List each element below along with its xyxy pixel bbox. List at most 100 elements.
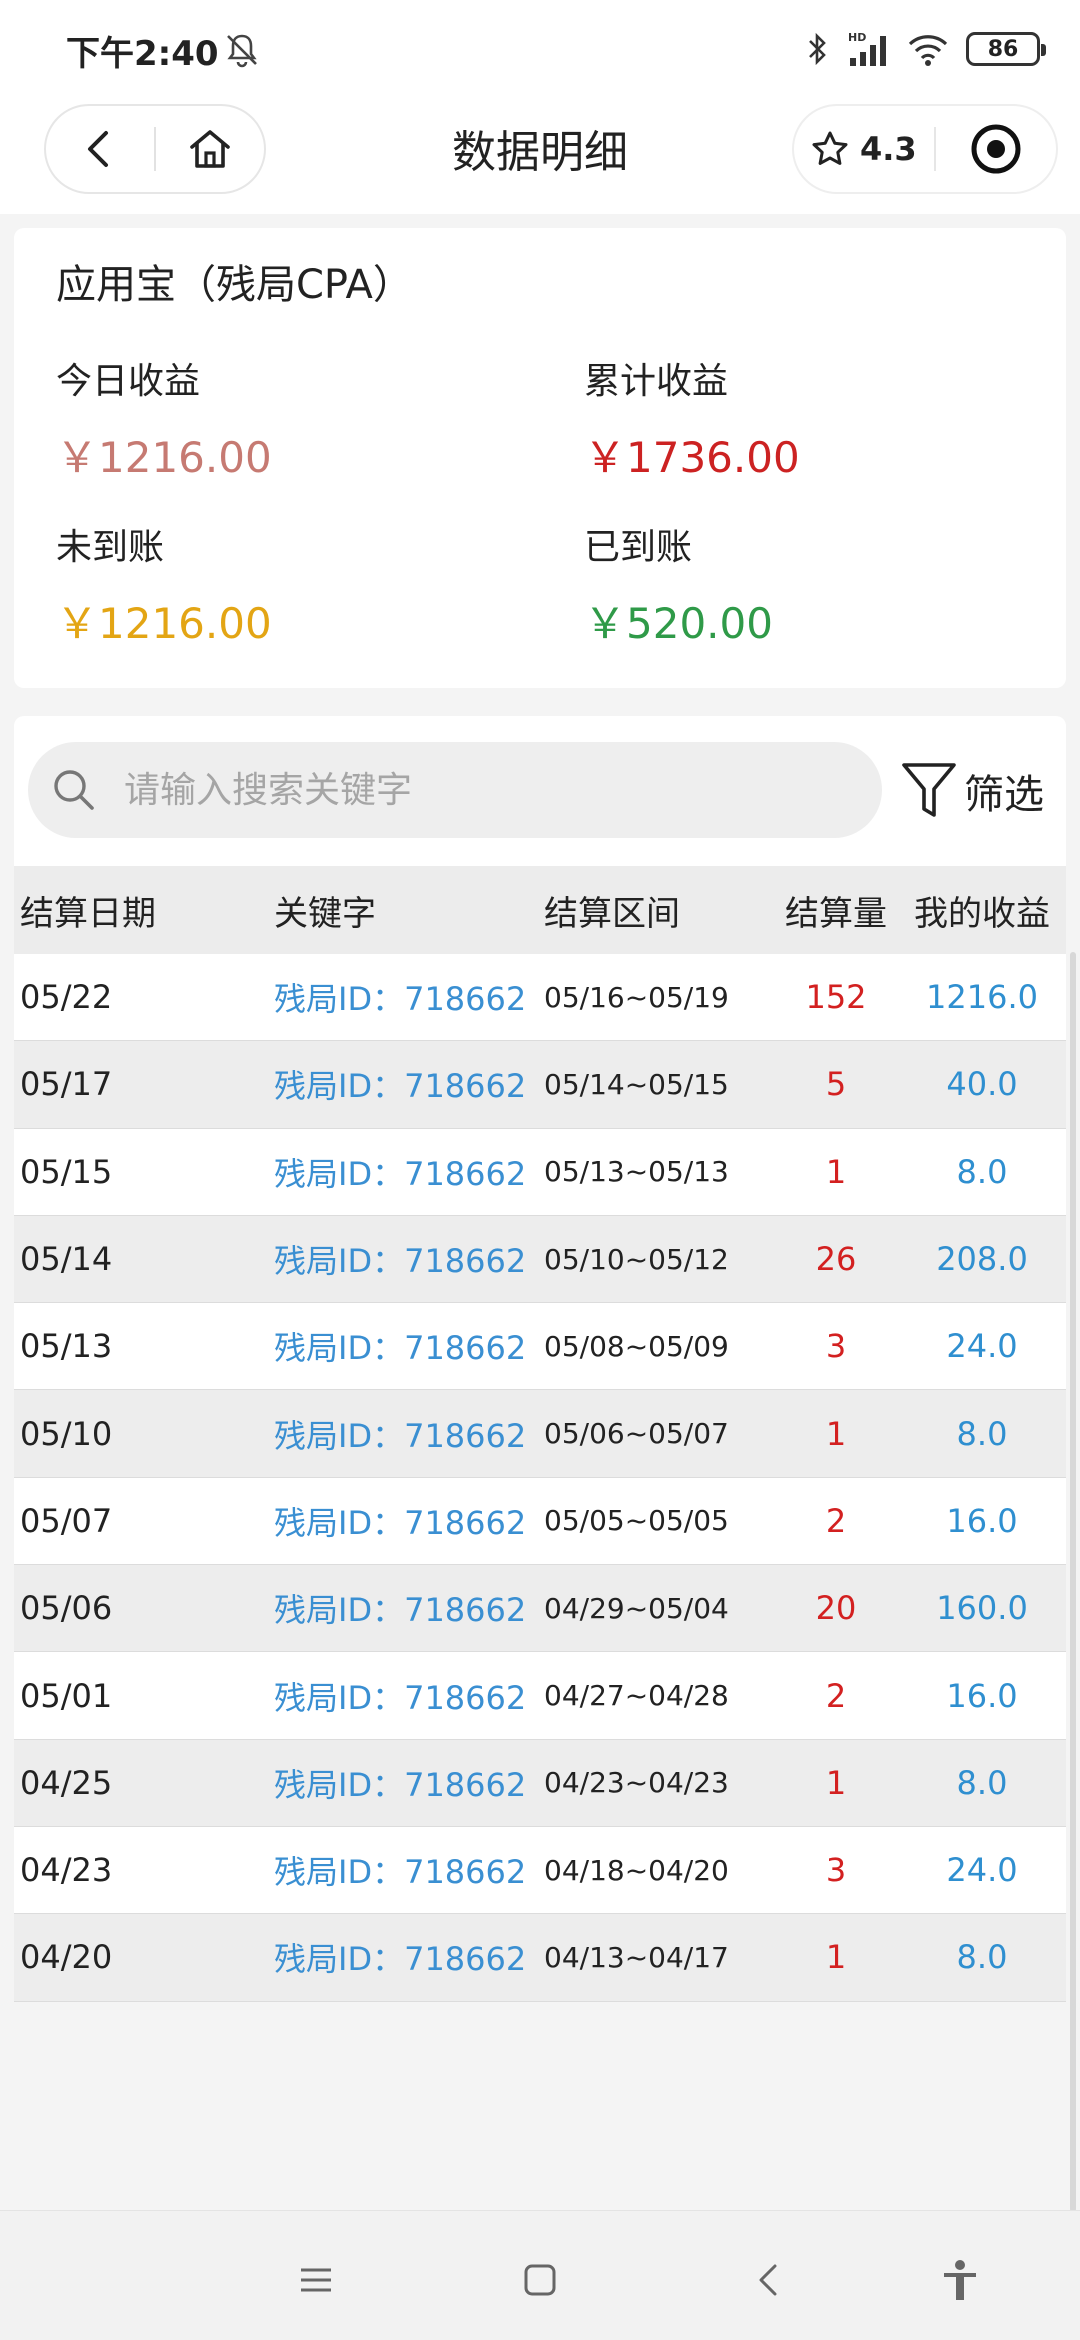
- row-quantity: 3: [825, 1327, 847, 1366]
- settlement-table: 结算日期 关键字 结算区间 结算量 我的收益 05/22 残局ID：718662…: [14, 866, 1066, 2002]
- system-nav-bar: [0, 2210, 1080, 2340]
- rating-value: 4.3: [860, 130, 917, 168]
- row-range: 04/27~04/28: [544, 1679, 729, 1713]
- row-keyword[interactable]: 残局ID：718662: [274, 1673, 544, 1719]
- table-row[interactable]: 05/07 残局ID：718662 05/05~05/05 2 16.0: [14, 1477, 1066, 1566]
- row-income: 16.0: [946, 1676, 1018, 1715]
- search-bar[interactable]: [28, 742, 882, 838]
- nav-bar: 数据明细 4.3: [0, 96, 1080, 214]
- table-row[interactable]: 05/13 残局ID：718662 05/08~05/09 3 24.0: [14, 1303, 1066, 1391]
- table-body: 05/22 残局ID：718662 05/16~05/19 152 1216.0…: [14, 954, 1066, 2002]
- row-quantity: 1: [825, 1938, 847, 1977]
- scrollbar[interactable]: [1070, 952, 1076, 2212]
- summary-card: 应用宝（残局CPA） 今日收益 ￥1216.00 累计收益 ￥1736.00 未…: [14, 228, 1066, 688]
- table-row[interactable]: 05/14 残局ID：718662 05/10~05/12 26 208.0: [14, 1215, 1066, 1304]
- row-income: 24.0: [946, 1851, 1018, 1890]
- row-date: 05/10: [20, 1414, 113, 1453]
- header-quantity[interactable]: 结算量: [774, 886, 898, 935]
- table-row[interactable]: 05/17 残局ID：718662 05/14~05/15 5 40.0: [14, 1041, 1066, 1129]
- star-icon: [812, 131, 848, 165]
- row-date: 05/22: [20, 978, 113, 1017]
- row-keyword[interactable]: 残局ID：718662: [274, 1847, 544, 1893]
- row-quantity: 26: [815, 1240, 857, 1279]
- status-time: 下午2:40: [66, 34, 219, 74]
- summary-title: 应用宝（残局CPA）: [56, 262, 413, 308]
- rating-button[interactable]: 4.3: [794, 129, 924, 169]
- row-income: 160.0: [936, 1589, 1028, 1628]
- table-row[interactable]: 04/23 残局ID：718662 04/18~04/20 3 24.0: [14, 1826, 1066, 1915]
- filter-label: 筛选: [964, 772, 1044, 818]
- status-icons: HD 86: [806, 26, 1046, 72]
- table-header: 结算日期 关键字 结算区间 结算量 我的收益: [14, 866, 1066, 954]
- row-income: 8.0: [956, 1938, 1008, 1977]
- row-quantity: 20: [815, 1589, 857, 1628]
- accessibility-icon: [944, 2260, 976, 2300]
- table-row[interactable]: 05/01 残局ID：718662 04/27~04/28 2 16.0: [14, 1652, 1066, 1740]
- row-quantity: 2: [825, 1676, 847, 1715]
- row-date: 05/14: [20, 1240, 113, 1279]
- header-date[interactable]: 结算日期: [14, 886, 274, 935]
- close-miniapp-button[interactable]: [936, 123, 1056, 175]
- row-keyword[interactable]: 残局ID：718662: [274, 1061, 544, 1107]
- stat-pending-label: 未到账: [56, 527, 165, 568]
- bluetooth-icon: [809, 32, 826, 66]
- row-range: 04/23~04/23: [544, 1766, 729, 1800]
- table-row[interactable]: 05/15 残局ID：718662 05/13~05/13 1 8.0: [14, 1128, 1066, 1216]
- row-quantity: 152: [805, 978, 867, 1017]
- table-row[interactable]: 05/10 残局ID：718662 05/06~05/07 1 8.0: [14, 1390, 1066, 1478]
- row-income: 1216.0: [926, 978, 1038, 1017]
- stat-received-label: 已到账: [584, 527, 693, 568]
- row-quantity: 1: [825, 1414, 847, 1453]
- menu-icon: [301, 2268, 331, 2292]
- row-date: 05/01: [20, 1676, 113, 1715]
- home-nav-button[interactable]: [515, 2255, 565, 2305]
- row-keyword[interactable]: 残局ID：718662: [274, 1323, 544, 1369]
- wifi-icon: [908, 35, 948, 66]
- row-keyword[interactable]: 残局ID：718662: [274, 1934, 544, 1980]
- search-input[interactable]: [124, 769, 824, 811]
- row-range: 04/29~05/04: [544, 1591, 729, 1625]
- row-date: 05/06: [20, 1589, 113, 1628]
- header-keyword[interactable]: 关键字: [274, 886, 544, 935]
- bell-off-icon: [227, 34, 257, 68]
- filter-button[interactable]: 筛选: [900, 746, 1044, 836]
- row-keyword[interactable]: 残局ID：718662: [274, 974, 544, 1020]
- filter-funnel-icon: [902, 763, 956, 817]
- row-date: 05/07: [20, 1501, 113, 1540]
- row-quantity: 2: [825, 1501, 847, 1540]
- header-income[interactable]: 我的收益: [898, 886, 1066, 935]
- row-keyword[interactable]: 残局ID：718662: [274, 1149, 544, 1195]
- row-income: 40.0: [946, 1065, 1018, 1104]
- row-date: 04/25: [20, 1763, 113, 1802]
- table-row[interactable]: 04/20 残局ID：718662 04/13~04/17 1 8.0: [14, 1914, 1066, 2002]
- row-income: 24.0: [946, 1327, 1018, 1366]
- row-range: 05/05~05/05: [544, 1504, 729, 1538]
- nav-capsule-right: 4.3: [792, 104, 1058, 194]
- header-range[interactable]: 结算区间: [544, 886, 774, 935]
- nav-back-button[interactable]: [743, 2255, 793, 2305]
- table-row[interactable]: 05/06 残局ID：718662 04/29~05/04 20 160.0: [14, 1565, 1066, 1653]
- row-range: 05/10~05/12: [544, 1242, 729, 1276]
- table-row[interactable]: 04/25 残局ID：718662 04/23~04/23 1 8.0: [14, 1739, 1066, 1827]
- row-keyword[interactable]: 残局ID：718662: [274, 1498, 544, 1544]
- row-keyword[interactable]: 残局ID：718662: [274, 1760, 544, 1806]
- stat-total-value: ￥1736.00: [584, 433, 800, 482]
- row-keyword[interactable]: 残局ID：718662: [274, 1585, 544, 1631]
- stat-total: 累计收益 ￥1736.00: [584, 352, 800, 485]
- row-range: 05/06~05/07: [544, 1417, 729, 1451]
- stat-today-value: ￥1216.00: [56, 433, 272, 482]
- row-range: 05/16~05/19: [544, 980, 729, 1014]
- stat-pending: 未到账 ￥1216.00: [56, 518, 272, 651]
- row-date: 05/17: [20, 1065, 113, 1104]
- accessibility-button[interactable]: [935, 2255, 985, 2305]
- menu-button[interactable]: [291, 2255, 341, 2305]
- row-keyword[interactable]: 残局ID：718662: [274, 1236, 544, 1282]
- battery-indicator: 86: [966, 32, 1046, 66]
- nav-back-icon: [759, 2264, 777, 2296]
- row-keyword[interactable]: 残局ID：718662: [274, 1411, 544, 1457]
- table-row[interactable]: 05/22 残局ID：718662 05/16~05/19 152 1216.0: [14, 954, 1066, 1042]
- settlement-list-card: 筛选 结算日期 关键字 结算区间 结算量 我的收益 05/22 残局ID：718…: [14, 716, 1066, 2002]
- row-income: 16.0: [946, 1501, 1018, 1540]
- stat-total-label: 累计收益: [584, 361, 729, 402]
- cell-signal-icon: HD: [848, 31, 886, 66]
